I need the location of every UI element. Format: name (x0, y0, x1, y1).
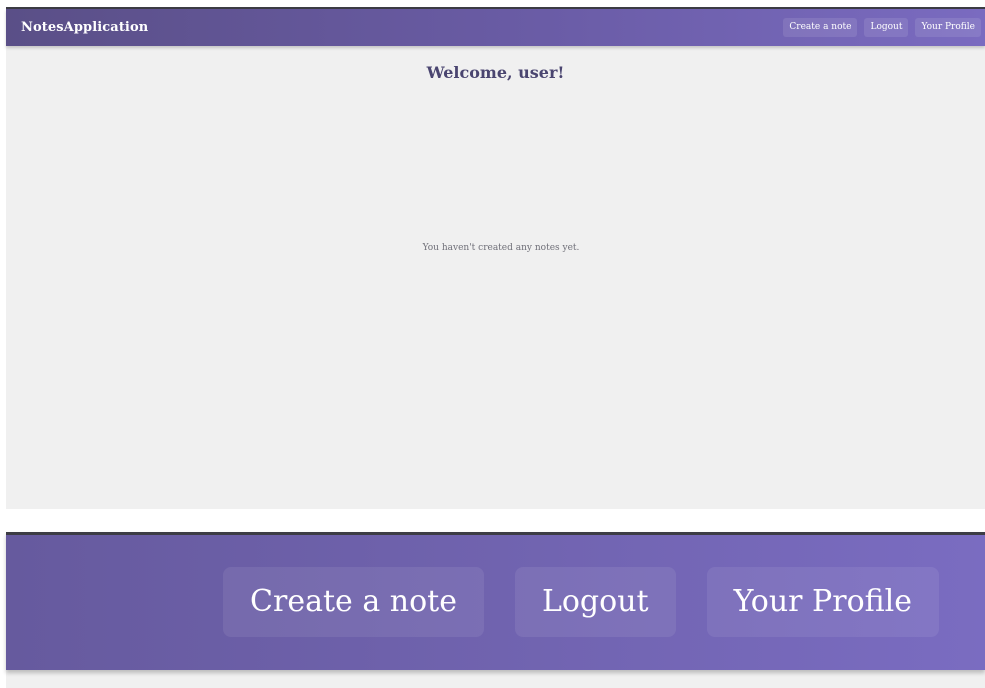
zoomed-navbar-inset: Create a note Logout Your Profile (6, 532, 985, 688)
create-note-button[interactable]: Create a note (783, 18, 858, 37)
app-window: NotesApplication Create a note Logout Yo… (6, 7, 985, 509)
zoomed-create-note-button[interactable]: Create a note (223, 567, 484, 637)
empty-notes-message: You haven't created any notes yet. (422, 243, 580, 253)
zoomed-your-profile-button[interactable]: Your Profile (706, 567, 939, 637)
brand-logo[interactable]: NotesApplication (21, 9, 148, 46)
navbar-actions: Create a note Logout Your Profile (783, 18, 981, 37)
zoomed-navbar-actions: Create a note Logout Your Profile (223, 567, 939, 637)
your-profile-button[interactable]: Your Profile (915, 18, 981, 37)
zoomed-logout-button[interactable]: Logout (514, 567, 676, 637)
zoomed-navbar: Create a note Logout Your Profile (6, 532, 985, 670)
welcome-heading: Welcome, user! (426, 63, 565, 82)
top-navbar: NotesApplication Create a note Logout Yo… (6, 9, 985, 46)
logout-button[interactable]: Logout (864, 18, 909, 37)
